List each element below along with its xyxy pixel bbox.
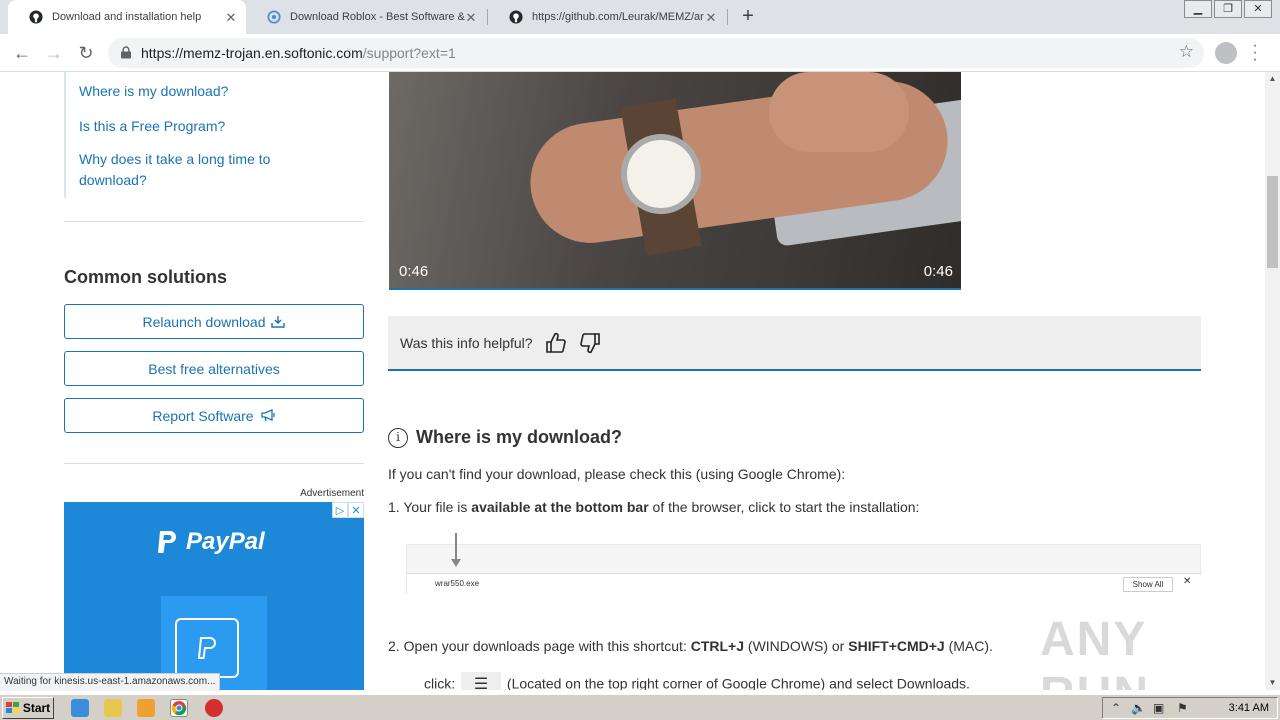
paypal-logo: PayPal: [156, 528, 265, 556]
system-tray: ⌃ 🔈 ▣ ⚑ 3:41 AM: [1102, 697, 1278, 719]
windows-taskbar: Start ⌃ 🔈 ▣ ⚑ 3:41 AM: [0, 694, 1280, 720]
bookmark-star-icon[interactable]: ☆: [1179, 42, 1194, 62]
github-icon: [508, 9, 524, 25]
article-step-2: 2. Open your downloads page with this sh…: [388, 638, 993, 654]
volume-icon[interactable]: 🔈: [1131, 701, 1146, 715]
tab-title: Download Roblox - Best Software &: [290, 11, 465, 23]
profile-avatar-icon[interactable]: [1215, 42, 1237, 64]
support-video[interactable]: 0:46 0:46: [389, 72, 961, 290]
reload-icon[interactable]: ↻: [74, 41, 98, 65]
divider: [64, 221, 364, 222]
window-controls: ▁ ❐ ✕: [1184, 0, 1272, 18]
alternatives-label: Best free alternatives: [148, 360, 280, 377]
close-tab-icon[interactable]: ✕: [704, 10, 718, 26]
ad-phone-screen: [175, 618, 239, 678]
relaunch-download-button[interactable]: Relaunch download: [64, 304, 364, 339]
video-duration: 0:46: [923, 263, 953, 280]
scroll-up-icon[interactable]: ▲: [1265, 72, 1280, 86]
close-tab-icon[interactable]: ✕: [464, 10, 478, 26]
megaphone-icon: [260, 409, 275, 422]
url-text: https://memz-trojan.en.softonic.com/supp…: [141, 45, 456, 61]
helpful-feedback-box: Was this info helpful?: [388, 316, 1201, 371]
ie-icon[interactable]: [71, 699, 89, 717]
video-watch: [621, 134, 701, 214]
screenshot-close-icon: ✕: [1183, 576, 1192, 587]
divider: [64, 463, 364, 464]
close-tab-icon[interactable]: ✕: [224, 10, 238, 26]
tab-download-help[interactable]: Download and installation help ✕: [8, 0, 246, 34]
link-free-program[interactable]: Is this a Free Program?: [79, 116, 225, 137]
tab-title: Download and installation help: [52, 11, 202, 23]
paypal-ad[interactable]: ▷ ✕ PayPal: [64, 502, 364, 690]
tab-github[interactable]: https://github.com/Leurak/MEMZ/ar ✕: [488, 0, 726, 34]
new-tab-icon[interactable]: +: [738, 6, 758, 26]
tab-strip: Download and installation help ✕ Downloa…: [0, 0, 1280, 34]
download-icon: [271, 316, 286, 328]
thumbs-up-icon[interactable]: [545, 332, 567, 354]
adchoices-icon[interactable]: ▷: [332, 502, 348, 518]
download-bar-screenshot: wrar550.exe Show All ✕: [406, 533, 1202, 595]
page-scrollbar[interactable]: ▲ ▼: [1265, 72, 1280, 690]
tray-expand-icon[interactable]: ⌃: [1111, 701, 1121, 715]
report-software-button[interactable]: Report Software: [64, 398, 364, 433]
tab-separator: [727, 9, 728, 25]
relaunch-label: Relaunch download: [142, 313, 266, 330]
screenshot-bottom-bar: wrar550.exe Show All ✕: [407, 573, 1202, 595]
hamburger-menu-icon: ☰: [461, 672, 502, 690]
link-long-time-line2[interactable]: download?: [79, 170, 147, 191]
back-icon[interactable]: ←: [10, 41, 34, 65]
minimize-icon[interactable]: ▁: [1184, 0, 1212, 18]
paypal-icon: [197, 637, 216, 659]
tab-title: https://github.com/Leurak/MEMZ/ar: [532, 11, 704, 23]
chrome-menu-icon[interactable]: · · ·: [1250, 38, 1260, 68]
article-step-3: click: ☰ (Located on the top right corne…: [424, 672, 970, 690]
info-icon: i: [388, 427, 408, 448]
media-player-icon[interactable]: [137, 699, 155, 717]
article-intro: If you can't find your download, please …: [388, 466, 846, 482]
tab-roblox[interactable]: Download Roblox - Best Software & ✕: [246, 0, 486, 34]
video-elapsed-time: 0:46: [399, 263, 429, 280]
ad-choices[interactable]: ▷ ✕: [332, 502, 364, 518]
explorer-folder-icon[interactable]: [104, 699, 122, 717]
status-bubble: Waiting for kinesis.us-east-1.amazonaws.…: [0, 673, 221, 691]
restore-icon[interactable]: ❐: [1214, 0, 1242, 18]
browser-toolbar: ← → ↻ https://memz-trojan.en.softonic.co…: [0, 34, 1280, 72]
start-button[interactable]: Start: [2, 697, 54, 719]
best-free-alternatives-button[interactable]: Best free alternatives: [64, 351, 364, 386]
page-content: Where is my download? Is this a Free Pro…: [0, 72, 1265, 690]
sidebar-rule: [64, 72, 66, 198]
paypal-icon: [158, 531, 176, 553]
article-title: Where is my download?: [416, 427, 623, 447]
arrow-down-icon: [451, 559, 461, 567]
network-icon[interactable]: ▣: [1153, 701, 1164, 715]
taskbar-clock: 3:41 AM: [1228, 702, 1269, 714]
link-where-is-download[interactable]: Where is my download?: [79, 81, 228, 102]
flag-icon[interactable]: ⚑: [1177, 701, 1188, 715]
link-long-time-line1[interactable]: Why does it take a long time to: [79, 149, 270, 170]
screenshot-filename: wrar550.exe: [435, 579, 480, 588]
thumbs-down-icon[interactable]: [579, 332, 601, 354]
video-hand: [769, 72, 909, 152]
address-bar[interactable]: https://memz-trojan.en.softonic.com/supp…: [108, 38, 1204, 68]
ad-close-icon[interactable]: ✕: [348, 502, 364, 518]
scroll-down-icon[interactable]: ▼: [1265, 676, 1280, 690]
close-window-icon[interactable]: ✕: [1244, 0, 1272, 18]
common-solutions-title: Common solutions: [64, 267, 227, 287]
forward-icon[interactable]: →: [42, 41, 66, 65]
softonic-icon: [266, 9, 282, 25]
report-label: Report Software: [152, 407, 254, 424]
anyrun-watermark: ANY RUN: [1040, 613, 1148, 690]
github-icon: [28, 9, 44, 25]
warning-app-icon[interactable]: [205, 699, 223, 717]
scrollbar-thumb[interactable]: [1267, 176, 1278, 268]
helpful-question: Was this info helpful?: [400, 334, 533, 351]
screenshot-show-all: Show All: [1123, 577, 1173, 592]
advertisement-label: Advertisement: [300, 488, 364, 499]
chrome-taskbar-icon[interactable]: [170, 699, 188, 717]
article-heading: i Where is my download?: [388, 427, 622, 448]
windows-logo-icon: [5, 702, 19, 713]
lock-icon: [121, 46, 131, 59]
article-step-1: 1. Your file is available at the bottom …: [388, 499, 920, 515]
